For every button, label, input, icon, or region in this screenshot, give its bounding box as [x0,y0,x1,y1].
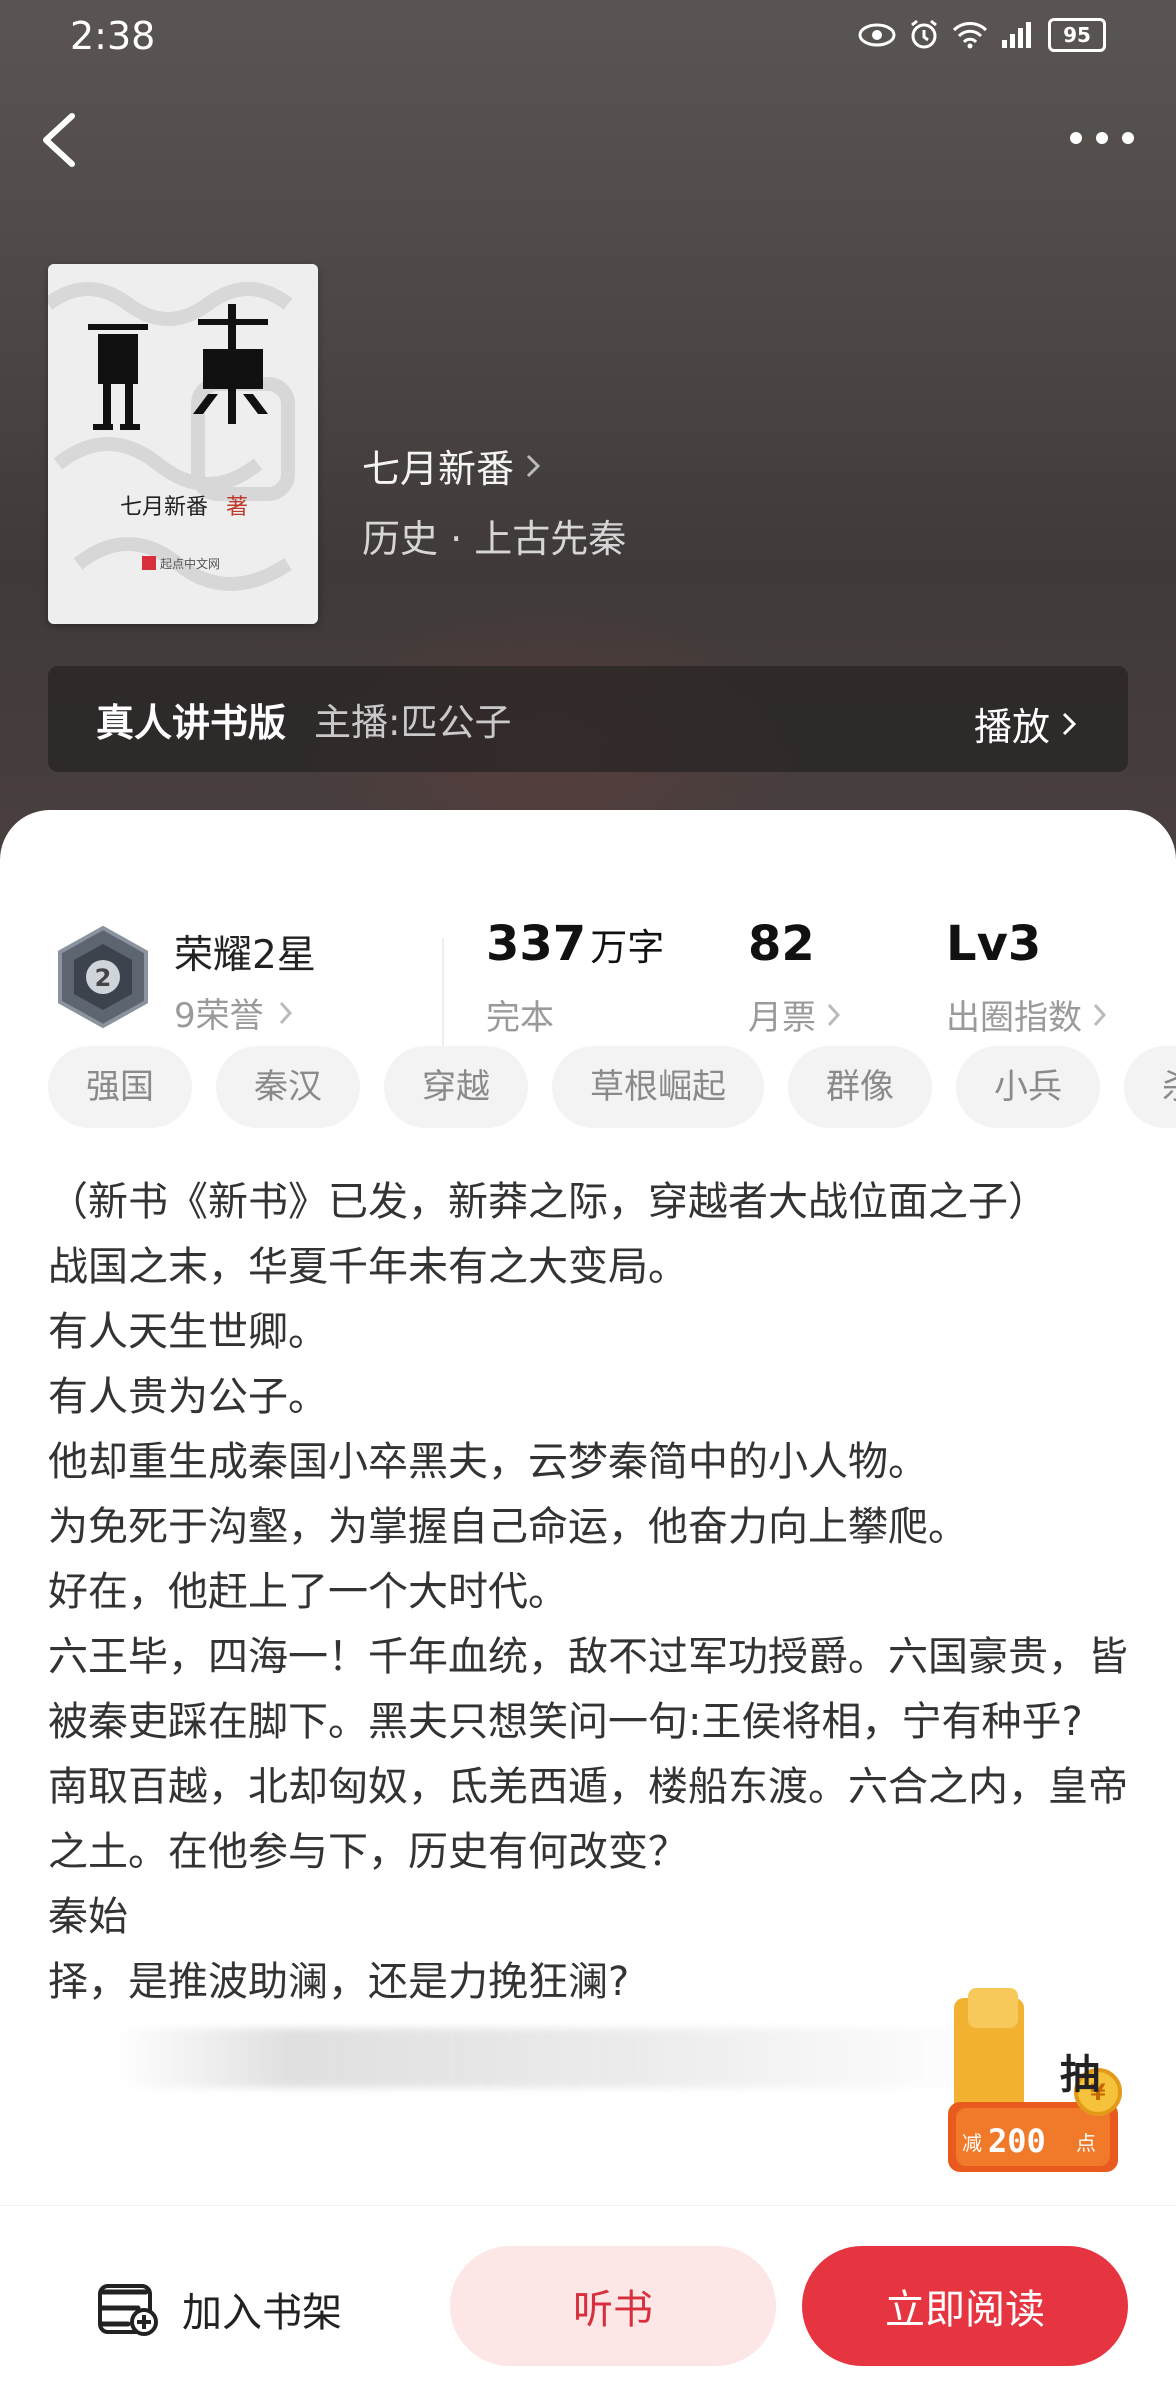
synopsis-line: （新书《新书》已发，新莽之际，穿越者大战位面之子） [48,1179,1048,1225]
status-bar: 2:38 95 [0,0,1176,76]
status-time: 2:38 [70,14,156,58]
tag-chip[interactable]: 穿越 [384,1046,528,1128]
stats-divider [442,938,444,1048]
tag-chip[interactable]: 小兵 [956,1046,1100,1128]
honor-badge-number: 2 [95,964,112,992]
synopsis-line: 好在，他赶上了一个大时代。 [48,1569,568,1615]
synopsis-line: 他却重生成秦国小卒黑夫，云梦秦简中的小人物。 [48,1439,928,1485]
chevron-right-icon [1062,712,1077,735]
promo-amount: 200 [988,2122,1046,2160]
tag-chip[interactable]: 强国 [48,1046,192,1128]
promo-char: 抽 [1060,2052,1100,2098]
honor-points-link[interactable]: 9荣誉 [174,988,294,1037]
play-button[interactable]: 播放 [974,696,1078,751]
cover-art: 七月新番 著 起点中文网 [48,264,318,624]
cover-author-suffix: 著 [226,495,248,520]
completion-label: 完本 [486,998,554,1038]
breakout-index-label: 出圈指数 [946,998,1082,1038]
promo-prefix: 减 [962,2131,982,2155]
book-detail-card: 2 荣耀2星 9荣誉 337 万字 完本 82 月票 Lv3 出圈指数 强国 秦汉穿… [0,810,1176,2400]
breakout-index-link[interactable]: 出圈指数 [946,990,1108,1039]
author-name: 七月新番 [362,447,515,491]
status-icons: 95 [858,18,1106,52]
tag-chip[interactable]: 草根崛起 [552,1046,764,1128]
breakout-index-value: Lv3 [946,916,1042,972]
battery-indicator: 95 [1048,18,1106,52]
wifi-icon [952,22,988,49]
synopsis-line: 秦始 [48,1894,128,1940]
monthly-tickets-label: 月票 [748,998,816,1038]
add-bookshelf-icon [98,2284,158,2336]
alarm-icon [911,19,937,49]
bottom-action-bar: 加入书架 听书 立即阅读 [0,2205,1176,2401]
cover-publisher: 起点中文网 [160,556,220,571]
word-count: 337 万字 [486,916,664,972]
chevron-right-icon [827,1003,841,1026]
stats-row: 2 荣耀2星 9荣誉 337 万字 完本 82 月票 Lv3 出圈指数 [0,860,1176,1048]
audiobook-host: 主播:匹公子 [314,701,512,744]
completion-status: 完本 [486,990,554,1039]
tag-chip[interactable]: 秦汉 [216,1046,360,1128]
cover-author: 七月新番 [120,495,208,520]
book-cover[interactable]: 七月新番 著 起点中文网 [48,264,318,624]
chevron-right-icon [1093,1003,1107,1026]
honor-badge-icon[interactable]: 2 [52,924,154,1030]
synopsis-line: 有人贵为公子。 [48,1374,328,1420]
synopsis-line: 战国之末，华夏千年未有之大变局。 [48,1244,688,1290]
synopsis-line: 六王毕，四海一！千年血统，敌不过军功授爵。六国豪贵，皆被秦吏踩在脚下。黑夫只想笑… [48,1634,1128,1745]
word-count-unit: 万字 [590,926,665,969]
monthly-tickets-value: 82 [748,916,815,972]
audiobook-banner[interactable]: 真人讲书版 主播:匹公子 播放 [48,666,1128,772]
tag-chip[interactable]: 杀 [1124,1046,1176,1128]
synopsis-fade-overlay [116,2028,996,2088]
more-options-icon[interactable] [1062,118,1142,158]
synopsis-line: 有人天生世卿。 [48,1309,328,1355]
play-label: 播放 [973,705,1050,749]
add-to-shelf-label: 加入书架 [182,2290,342,2336]
add-to-shelf-button[interactable]: 加入书架 [98,2280,342,2338]
eye-icon [858,23,896,47]
author-link[interactable]: 七月新番 [362,438,542,493]
tag-chip[interactable]: 群像 [788,1046,932,1128]
book-genre: 历史 · 上古先秦 [362,517,627,561]
honor-title: 荣耀2星 [174,933,316,978]
monthly-tickets-link[interactable]: 月票 [748,990,842,1039]
read-now-button[interactable]: 立即阅读 [802,2246,1128,2366]
word-count-value: 337 [486,916,587,972]
chevron-right-icon [279,1001,292,1024]
listen-button[interactable]: 听书 [450,2246,776,2366]
synopsis-line: 南取百越，北却匈奴，氐羌西遁，楼船东渡。六合之内，皇帝之土。在他参与下，历史有何… [48,1764,1128,1875]
audiobook-title: 真人讲书版 [96,700,287,745]
synopsis-line: 为免死于沟壑，为掌握自己命运，他奋力向上攀爬。 [48,1504,968,1550]
promo-suffix: 点 [1076,2131,1096,2155]
tag-list: 强国秦汉穿越草根崛起群像小兵杀 [48,1046,1176,1132]
back-arrow-icon[interactable] [34,110,84,170]
signal-icon [1002,22,1031,48]
book-synopsis[interactable]: （新书《新书》已发，新莽之际，穿越者大战位面之子） 战国之末，华夏千年未有之大变… [48,1170,1132,2015]
lottery-promo-icon[interactable]: ¥ 抽 减 200 点 [948,1982,1128,2178]
chevron-right-icon [526,454,541,477]
honor-points: 9荣誉 [174,996,264,1036]
